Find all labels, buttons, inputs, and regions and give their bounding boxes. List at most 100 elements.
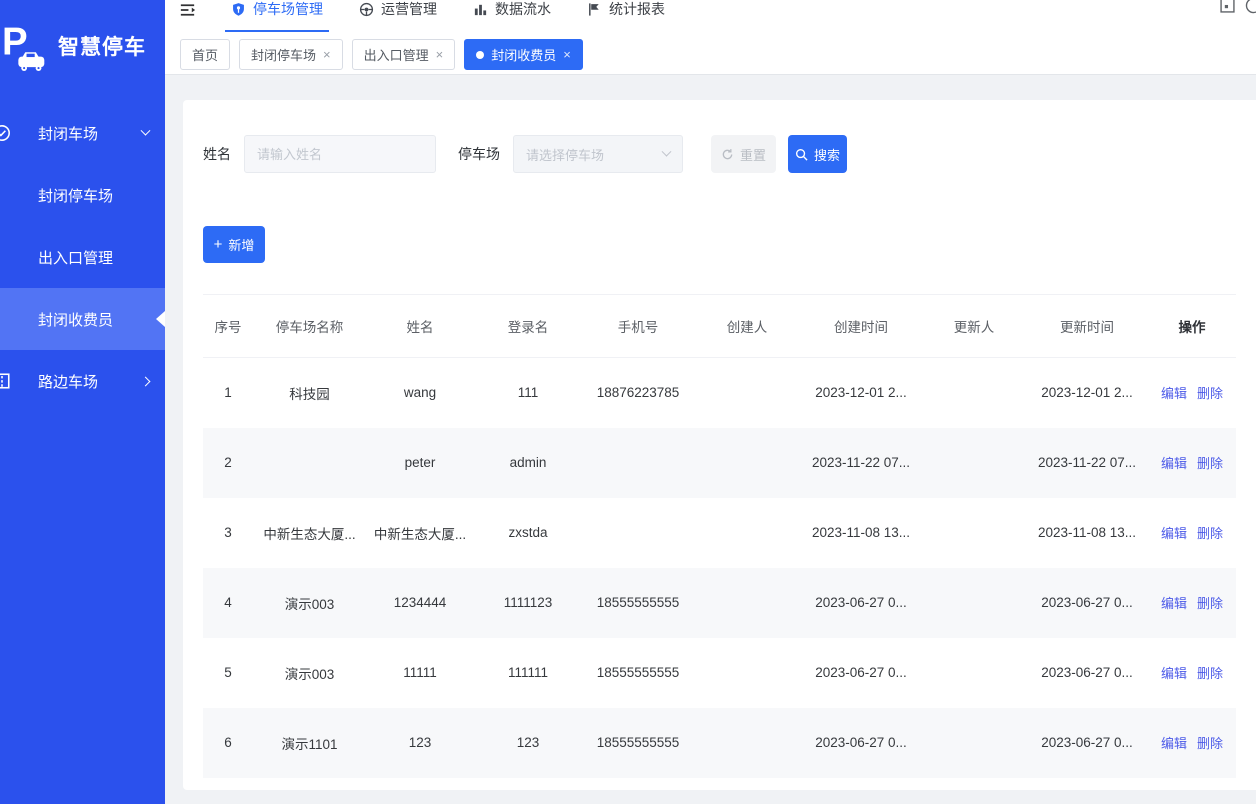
- topnav-item-operations-management[interactable]: 运营管理: [353, 0, 443, 32]
- roadside-parking-icon: [0, 372, 11, 390]
- tab-close-icon[interactable]: ×: [323, 48, 331, 61]
- parking-lot-select[interactable]: 请选择停车场: [513, 135, 683, 173]
- name-input[interactable]: [244, 135, 436, 173]
- plus-icon: +: [213, 235, 223, 253]
- cell-person-name: wang: [403, 385, 437, 401]
- tab-home[interactable]: 首页: [180, 39, 231, 70]
- delete-link[interactable]: 删除: [1197, 456, 1223, 471]
- tab-close-icon[interactable]: ×: [563, 48, 571, 61]
- delete-link[interactable]: 删除: [1197, 666, 1223, 681]
- cell-seq: 6: [224, 735, 232, 750]
- reset-button[interactable]: 重置: [711, 135, 776, 173]
- cell-park-name: 中新生态大厦...: [263, 526, 356, 542]
- delete-link[interactable]: 删除: [1197, 596, 1223, 611]
- sidebar-item-closed-parking[interactable]: 封闭车场: [0, 102, 165, 164]
- cell-person-name: 123: [408, 735, 432, 750]
- cell-actions: 编辑 删除: [1148, 568, 1236, 638]
- column-header: 更新人: [922, 294, 1026, 358]
- cell-login-name: 111: [517, 385, 539, 401]
- column-header: 创建时间: [800, 294, 922, 358]
- cell-update-time: 2023-06-27 0...: [1041, 595, 1133, 610]
- page-background: 姓名 停车场 请选择停车场 重置 搜索 + 新增: [165, 75, 1256, 804]
- cell-seq: 2: [224, 455, 232, 470]
- edit-link[interactable]: 编辑: [1161, 596, 1187, 611]
- sidebar-item-label: 出入口管理: [38, 249, 114, 267]
- tab-bar: 首页 封闭停车场 × 出入口管理 × 封闭收费员 ×: [165, 34, 1256, 75]
- cell-phone: 18555555555: [596, 665, 680, 680]
- bar-chart-icon: [473, 2, 488, 17]
- topnav-item-data-flow[interactable]: 数据流水: [467, 0, 557, 32]
- edit-link[interactable]: 编辑: [1161, 526, 1187, 541]
- edit-link[interactable]: 编辑: [1161, 386, 1187, 401]
- cell-person-name: 中新生态大厦...: [373, 526, 467, 542]
- cell-creator: [694, 498, 800, 568]
- edit-link[interactable]: 编辑: [1161, 736, 1187, 751]
- avatar-icon[interactable]: [1245, 0, 1256, 19]
- cell-login-name: 111111: [507, 665, 549, 680]
- cell-updater: [922, 498, 1026, 568]
- search-form: 姓名 停车场 请选择停车场 重置 搜索: [203, 135, 1236, 173]
- cell-actions: 编辑 删除: [1148, 358, 1236, 428]
- cell-actions: 编辑 删除: [1148, 428, 1236, 498]
- cell-login-name: 1111123: [503, 595, 553, 610]
- cell-park-name: [253, 428, 366, 498]
- topnav-item-parking-management[interactable]: 停车场管理: [225, 0, 329, 32]
- search-button[interactable]: 搜索: [788, 135, 847, 173]
- shield-icon: [231, 2, 246, 17]
- cell-update-time: 2023-06-27 0...: [1041, 665, 1133, 680]
- chevron-down-icon: [140, 125, 151, 136]
- cell-seq: 4: [224, 595, 232, 610]
- sidebar-item-closed-toll-collector[interactable]: 封闭收费员: [0, 288, 165, 350]
- sidebar-item-label: 路边车场: [38, 373, 99, 391]
- sidebar-item-roadside-parking[interactable]: 路边车场: [0, 350, 165, 412]
- fullscreen-icon[interactable]: [1220, 0, 1235, 18]
- edit-link[interactable]: 编辑: [1161, 666, 1187, 681]
- delete-link[interactable]: 删除: [1197, 736, 1223, 751]
- cell-create-time: 2023-06-27 0...: [815, 735, 907, 750]
- cell-person-name: peter: [404, 455, 436, 470]
- tab-label: 封闭收费员: [491, 48, 557, 63]
- tab-close-icon[interactable]: ×: [436, 48, 444, 61]
- cell-create-time: 2023-11-22 07...: [811, 455, 911, 470]
- delete-link[interactable]: 删除: [1197, 386, 1223, 401]
- tab-closed-parking-lot[interactable]: 封闭停车场 ×: [239, 39, 343, 70]
- table-row: 2 peter admin 2023-11-22 07... 2023-11-22 07…: [203, 427, 1236, 498]
- table-row: 5 演示003 11111 111111 18555555555 2023-06-27 0…: [203, 638, 1236, 708]
- cell-phone: 18555555555: [596, 735, 680, 750]
- column-header: 更新时间: [1026, 294, 1148, 358]
- cell-actions: 编辑 删除: [1148, 708, 1236, 778]
- cell-updater: [922, 708, 1026, 778]
- tab-entrance-exit-management[interactable]: 出入口管理 ×: [351, 39, 456, 70]
- cell-park-name: 演示003: [284, 596, 335, 612]
- cell-create-time: 2023-06-27 0...: [815, 595, 907, 610]
- cell-phone: [582, 498, 694, 568]
- cell-seq: 5: [224, 665, 232, 680]
- cell-phone: [582, 428, 694, 498]
- cell-creator: [694, 708, 800, 778]
- topnav-item-statistics-report[interactable]: 统计报表: [581, 0, 671, 32]
- table-row: 6 演示1101 123 123 18555555555 2023-06-27 0... 2…: [203, 707, 1236, 778]
- sidebar-item-closed-parking-lot[interactable]: 封闭停车场: [0, 164, 165, 226]
- edit-link[interactable]: 编辑: [1161, 456, 1187, 471]
- topnav-items: 停车场管理 运营管理 数据流水 统计报表: [225, 0, 695, 32]
- cell-actions: 编辑 删除: [1148, 498, 1236, 568]
- column-header: 登录名: [474, 294, 582, 358]
- delete-link[interactable]: 删除: [1197, 526, 1223, 541]
- sidebar-item-label: 封闭收费员: [38, 311, 114, 329]
- column-header: 停车场名称: [253, 294, 366, 358]
- cell-update-time: 2023-06-27 0...: [1041, 735, 1133, 750]
- cell-seq: 3: [224, 525, 232, 540]
- add-button[interactable]: + 新增: [203, 226, 265, 263]
- content-card: 姓名 停车场 请选择停车场 重置 搜索 + 新增: [183, 100, 1256, 790]
- sidebar-item-entrance-exit-management[interactable]: 出入口管理: [0, 226, 165, 288]
- collapse-menu-icon[interactable]: [178, 2, 197, 18]
- cell-update-time: 2023-12-01 2...: [1041, 385, 1133, 401]
- table-header-row: 序号 停车场名称 姓名 登录名 手机号 创建人 创建时间 更新人 更新时间 操作: [203, 294, 1236, 358]
- tab-closed-toll-collector[interactable]: 封闭收费员 ×: [464, 39, 583, 70]
- cell-creator: [694, 428, 800, 498]
- cell-actions: 编辑 删除: [1148, 638, 1236, 708]
- cell-updater: [922, 428, 1026, 498]
- brand-title: 智慧停车: [58, 36, 146, 59]
- steering-wheel-icon: [359, 2, 374, 17]
- cell-login-name: admin: [509, 455, 547, 470]
